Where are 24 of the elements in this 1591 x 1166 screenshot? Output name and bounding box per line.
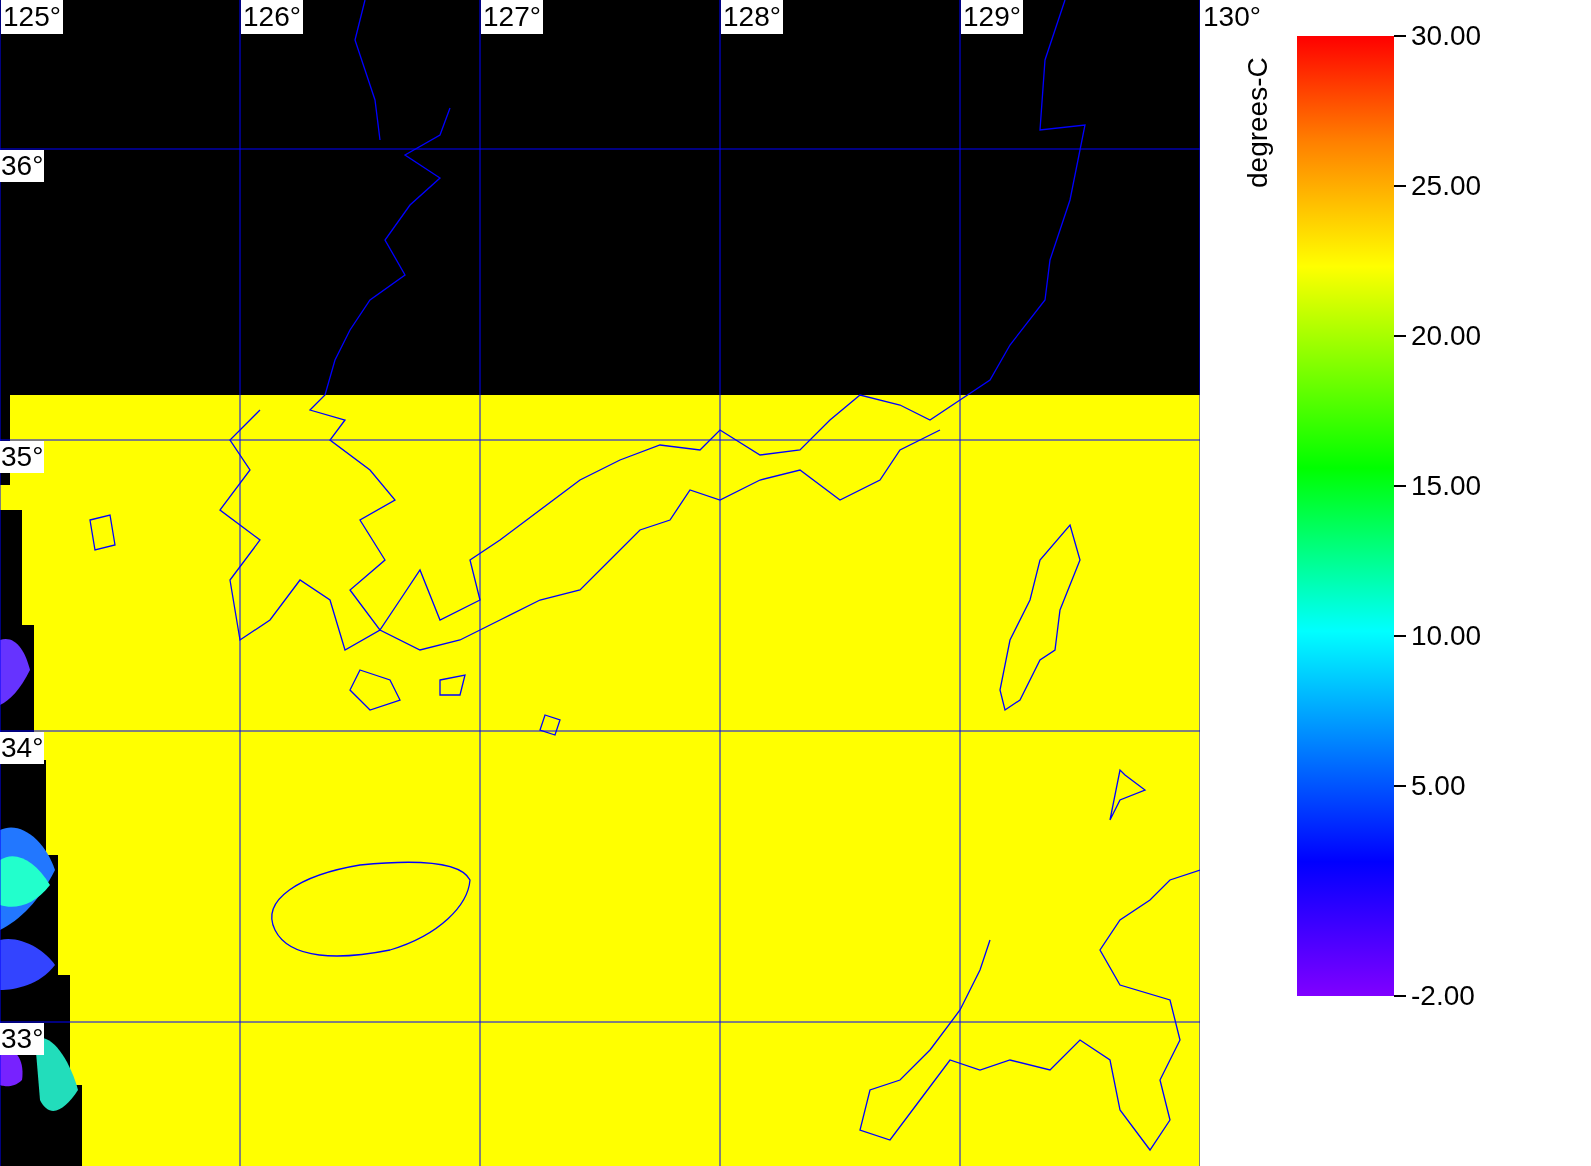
- scale-tick-label: 25.00: [1411, 170, 1482, 202]
- longitude-label: 129°: [961, 0, 1023, 34]
- latitude-label: 34°: [0, 732, 45, 764]
- tick-mark: [1394, 185, 1406, 187]
- tick-mark: [1394, 635, 1406, 637]
- longitude-label: 125°: [1, 0, 63, 34]
- tick-mark: [1394, 335, 1406, 337]
- longitude-label: 126°: [241, 0, 303, 34]
- longitude-label: 128°: [721, 0, 783, 34]
- unit-label: degrees-C: [1242, 57, 1274, 188]
- latitude-label: 35°: [0, 441, 45, 473]
- scale-tick-label: -2.00: [1411, 980, 1475, 1012]
- tick-mark: [1394, 995, 1406, 997]
- longitude-label: 127°: [481, 0, 543, 34]
- scale-tick-label: 30.00: [1411, 20, 1482, 52]
- tick-mark: [1394, 785, 1406, 787]
- tick-mark: [1394, 35, 1406, 37]
- tick-mark: [1394, 485, 1406, 487]
- scale-tick-label: 5.00: [1411, 770, 1466, 802]
- latitude-label: 36°: [0, 150, 45, 182]
- latitude-label: 33°: [0, 1023, 45, 1055]
- scale-tick-label: 10.00: [1411, 620, 1482, 652]
- scale-tick-label: 15.00: [1411, 470, 1482, 502]
- scale-tick-label: 20.00: [1411, 320, 1482, 352]
